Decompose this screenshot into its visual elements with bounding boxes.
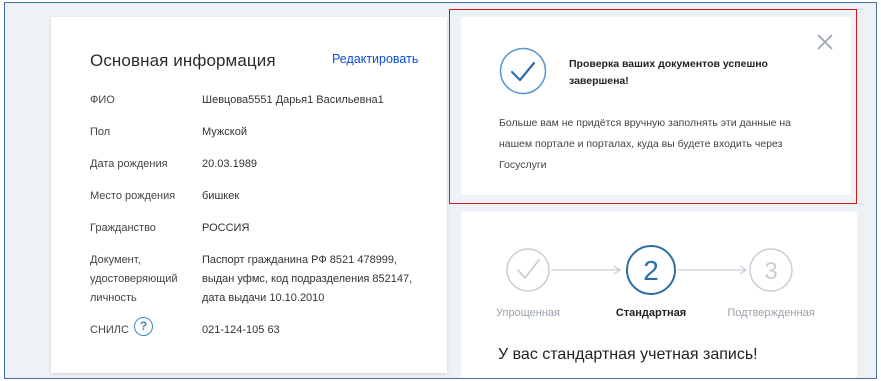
row-label: Дата рождения <box>90 158 168 170</box>
value-line: выдан уфмс, код подразделения 852147, <box>202 273 413 285</box>
step-label-standard: Стандартная <box>615 307 687 319</box>
headline-line: Проверка ваших документов успешно <box>569 58 768 70</box>
notification-card: Проверка ваших документов успешно заверш… <box>461 17 851 195</box>
row-value: Шевцова5551 Дарья1 Васильевна1 <box>202 94 384 106</box>
headline-line: завершена! <box>569 75 629 87</box>
row-value: Паспорт гражданина РФ 8521 478999, выдан… <box>202 251 442 308</box>
row-value: 20.03.1989 <box>202 158 258 170</box>
basic-info-card: Основная информация Редактировать ФИО Ше… <box>51 17 447 373</box>
step-2-current-icon: 2 <box>626 245 676 295</box>
basic-info-title: Основная информация <box>90 51 276 70</box>
arrow-connector-icon <box>551 265 622 275</box>
window-frame: Основная информация Редактировать ФИО Ше… <box>4 2 877 379</box>
step-2-number: 2 <box>643 255 659 286</box>
step-label-simplified: Упрощенная <box>496 307 560 319</box>
row-label: Гражданство <box>90 222 156 234</box>
value-line: Паспорт гражданина РФ 8521 478999, <box>202 254 398 266</box>
label-line: личность <box>90 292 137 304</box>
body-line: Больше вам не придётся вручную заполнять… <box>499 117 792 129</box>
row-label: ФИО <box>90 94 115 106</box>
row-label: Место рождения <box>90 190 176 202</box>
step-3-pending-icon: 3 <box>749 248 793 292</box>
row-label: Пол <box>90 126 111 138</box>
notification-headline: Проверка ваших документов успешно заверш… <box>569 56 799 90</box>
steps-progress: 2 3 <box>506 245 793 295</box>
edit-link[interactable]: Редактировать <box>332 52 418 66</box>
check-circle-icon <box>499 47 547 95</box>
account-status-text: У вас стандартная учетная запись! <box>498 346 758 363</box>
close-icon[interactable] <box>816 33 834 51</box>
row-value: бишкек <box>202 190 240 202</box>
body-line: нашем портале и порталах, куда вы будете… <box>499 138 783 150</box>
row-label: Документ, удостоверяющий личность <box>90 251 200 308</box>
row-value: РОССИЯ <box>202 222 250 234</box>
row-value: 021-124-105 63 <box>202 324 280 336</box>
row-value: Мужской <box>202 126 247 138</box>
label-line: удостоверяющий <box>90 273 178 285</box>
help-icon[interactable]: ? <box>134 317 153 336</box>
notification-body: Больше вам не придётся вручную заполнять… <box>499 113 819 176</box>
label-line: Документ, <box>90 254 141 266</box>
body-line: Госуслуги <box>499 159 547 171</box>
step-3-number: 3 <box>764 258 777 285</box>
arrow-connector-icon <box>677 265 748 275</box>
value-line: дата выдачи 10.10.2010 <box>202 292 325 304</box>
account-level-card: 2 3 Упрощенная Стандартная Подтвержденна… <box>461 212 857 378</box>
step-label-confirmed: Подтвержденная <box>727 307 815 319</box>
step-1-done-icon <box>506 248 550 292</box>
